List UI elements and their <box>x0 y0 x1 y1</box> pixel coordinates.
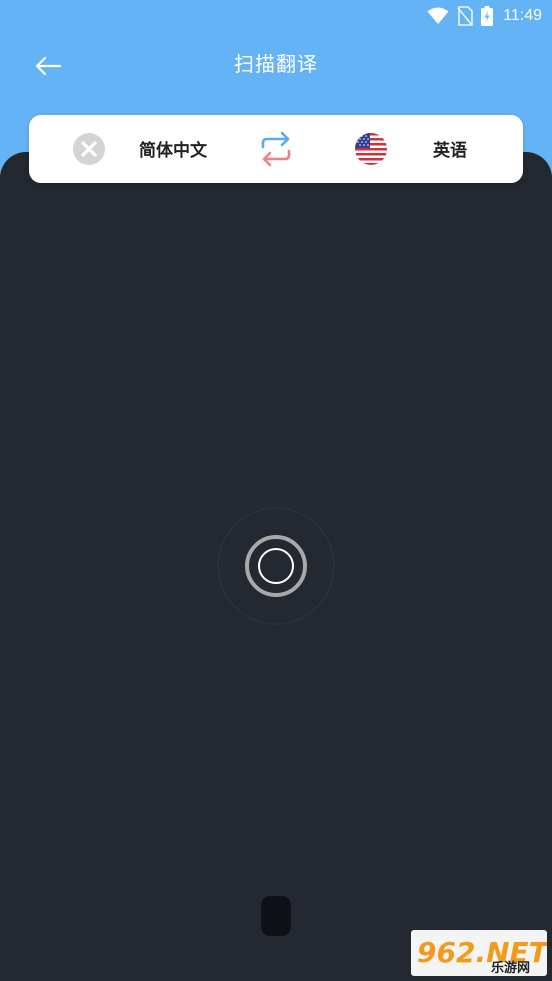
wifi-icon <box>427 7 449 24</box>
no-sim-icon <box>457 6 473 26</box>
watermark-brand-sub: 乐游网 <box>491 960 530 976</box>
us-flag-icon[interactable] <box>355 133 387 165</box>
battery-charging-icon <box>481 6 494 26</box>
status-bar: 11:49 <box>0 0 552 32</box>
status-time: 11:49 <box>503 7 542 24</box>
source-language-label[interactable]: 简体中文 <box>139 136 207 161</box>
target-language-label[interactable]: 英语 <box>433 136 467 161</box>
shutter-button[interactable] <box>261 896 291 936</box>
language-bar: 简体中文 英语 <box>29 115 523 183</box>
watermark-logo: 962.NET 乐游网 <box>411 930 547 976</box>
swap-arrows-icon[interactable] <box>256 129 296 169</box>
status-icons: 11:49 <box>427 4 542 28</box>
chinese-flag-placeholder-icon[interactable] <box>73 133 105 165</box>
page-title: 扫描翻译 <box>234 52 318 76</box>
focus-ring-icon[interactable] <box>216 506 336 626</box>
